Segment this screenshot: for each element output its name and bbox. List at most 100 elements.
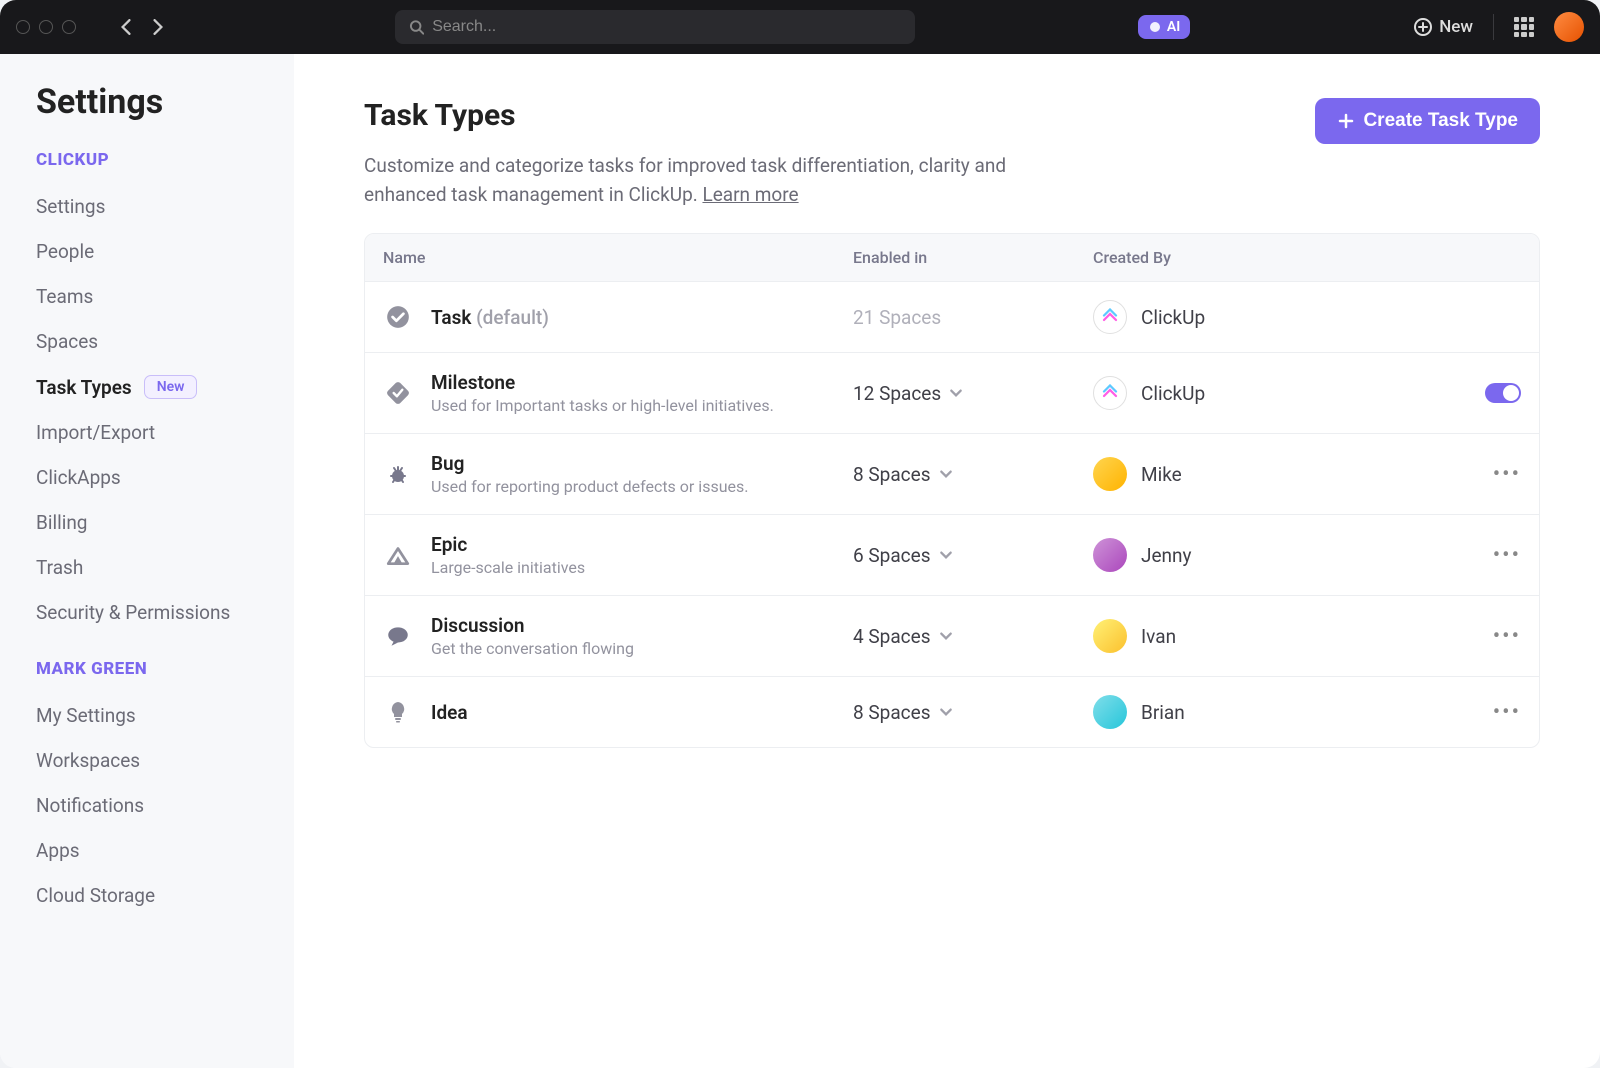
nav-forward-button[interactable]: [144, 13, 172, 41]
creator-cell: ClickUp: [1093, 300, 1333, 334]
creator-cell: Ivan: [1093, 619, 1333, 653]
creator-cell: Mike: [1093, 457, 1333, 491]
type-description: Large-scale initiatives: [431, 558, 585, 577]
table-row: Epic Large-scale initiatives 6 Spaces Jenny…: [365, 514, 1539, 595]
check-circle-icon: [383, 302, 413, 332]
sidebar-item-cloud-storage[interactable]: Cloud Storage: [36, 873, 258, 918]
new-button[interactable]: New: [1413, 17, 1473, 37]
chat-icon: [383, 621, 413, 651]
more-options-button[interactable]: •••: [1493, 462, 1521, 487]
search-bar[interactable]: [395, 10, 915, 44]
enabled-in-dropdown[interactable]: 12 Spaces: [853, 382, 1093, 405]
enabled-in-value: 8 Spaces: [853, 701, 931, 724]
sidebar-item-trash[interactable]: Trash: [36, 545, 258, 590]
enabled-in-dropdown[interactable]: 8 Spaces: [853, 701, 1093, 724]
type-description: Used for Important tasks or high-level i…: [431, 396, 774, 415]
creator-name: Ivan: [1141, 625, 1176, 648]
sidebar-item-billing[interactable]: Billing: [36, 500, 258, 545]
user-avatar[interactable]: [1554, 12, 1584, 42]
sidebar-item-settings[interactable]: Settings: [36, 184, 258, 229]
table-row: MilestoneUsed for Important tasks or hig…: [365, 352, 1539, 433]
type-name: Epic: [431, 533, 585, 556]
task-types-table: Name Enabled in Created By Task (default…: [364, 233, 1540, 748]
creator-avatar: [1093, 695, 1127, 729]
creator-cell: ClickUp: [1093, 376, 1333, 410]
sidebar-item-label: People: [36, 240, 94, 263]
enable-toggle[interactable]: [1485, 383, 1521, 403]
chevron-down-icon: [949, 382, 963, 405]
create-task-type-button[interactable]: Create Task Type: [1315, 98, 1540, 144]
nav-back-button[interactable]: [112, 13, 140, 41]
divider: [1493, 14, 1494, 40]
sidebar-title: Settings: [36, 82, 258, 122]
enabled-in-dropdown[interactable]: 6 Spaces: [853, 544, 1093, 567]
page-description: Customize and categorize tasks for impro…: [364, 152, 1084, 209]
sidebar-item-task-types[interactable]: Task Types New: [36, 364, 258, 410]
sidebar-item-import-export[interactable]: Import/Export: [36, 410, 258, 455]
chevron-down-icon: [939, 701, 953, 724]
mountain-icon: [383, 540, 413, 570]
sidebar-item-label: Teams: [36, 285, 93, 308]
table-row: Idea8 SpacesBrian•••: [365, 676, 1539, 747]
sidebar-item-label: Spaces: [36, 330, 98, 353]
enabled-in-value: 12 Spaces: [853, 382, 941, 405]
sidebar-item-workspaces[interactable]: Workspaces: [36, 738, 258, 783]
sidebar-item-label: Import/Export: [36, 421, 155, 444]
apps-grid-button[interactable]: [1514, 17, 1534, 37]
create-task-type-label: Create Task Type: [1363, 110, 1518, 132]
sidebar-item-label: Cloud Storage: [36, 884, 155, 907]
sidebar-item-label: Apps: [36, 839, 80, 862]
creator-name: Brian: [1141, 701, 1185, 724]
enabled-in-dropdown[interactable]: 4 Spaces: [853, 625, 1093, 648]
learn-more-link[interactable]: Learn more: [702, 183, 798, 206]
close-window-icon[interactable]: [16, 20, 30, 34]
bug-icon: [383, 459, 413, 489]
creator-avatar: [1093, 619, 1127, 653]
more-options-button[interactable]: •••: [1493, 700, 1521, 725]
sidebar-section-user: MARK GREEN: [36, 659, 258, 679]
clickup-logo-icon: [1093, 300, 1127, 334]
column-header-name: Name: [383, 248, 853, 267]
minimize-window-icon[interactable]: [39, 20, 53, 34]
type-description: Get the conversation flowing: [431, 639, 634, 658]
milestone-icon: [383, 378, 413, 408]
creator-name: ClickUp: [1141, 306, 1205, 329]
maximize-window-icon[interactable]: [62, 20, 76, 34]
type-name: Discussion: [431, 614, 634, 637]
sidebar-item-apps[interactable]: Apps: [36, 828, 258, 873]
new-badge: New: [144, 375, 198, 399]
enabled-in-dropdown[interactable]: 8 Spaces: [853, 463, 1093, 486]
creator-name: Jenny: [1141, 544, 1192, 567]
sidebar-item-people[interactable]: People: [36, 229, 258, 274]
sidebar-item-teams[interactable]: Teams: [36, 274, 258, 319]
more-options-button[interactable]: •••: [1493, 624, 1521, 649]
more-options-button[interactable]: •••: [1493, 543, 1521, 568]
ai-button[interactable]: AI: [1138, 15, 1190, 39]
enabled-in-value: 6 Spaces: [853, 544, 931, 567]
ai-sparkle-icon: [1148, 20, 1162, 34]
table-header: Name Enabled in Created By: [365, 234, 1539, 281]
sidebar-item-label: Workspaces: [36, 749, 140, 772]
sidebar-item-label: Settings: [36, 195, 105, 218]
sidebar-item-label: Trash: [36, 556, 83, 579]
sidebar-item-notifications[interactable]: Notifications: [36, 783, 258, 828]
sidebar-item-security-permissions[interactable]: Security & Permissions: [36, 590, 258, 635]
enabled-in-value: 8 Spaces: [853, 463, 931, 486]
creator-cell: Brian: [1093, 695, 1333, 729]
sidebar-item-clickapps[interactable]: ClickApps: [36, 455, 258, 500]
type-name: Bug: [431, 452, 748, 475]
sidebar-item-label: ClickApps: [36, 466, 121, 489]
enabled-in-value: 4 Spaces: [853, 625, 931, 648]
sidebar-item-label: Notifications: [36, 794, 144, 817]
sidebar-item-spaces[interactable]: Spaces: [36, 319, 258, 364]
sidebar-item-label: Task Types: [36, 376, 132, 399]
titlebar: AI New: [0, 0, 1600, 54]
ai-label: AI: [1167, 19, 1180, 35]
creator-name: Mike: [1141, 463, 1182, 486]
type-name: Task (default): [431, 306, 549, 329]
search-icon: [409, 19, 424, 35]
table-row: Discussion Get the conversation flowing 4 …: [365, 595, 1539, 676]
sidebar-item-my-settings[interactable]: My Settings: [36, 693, 258, 738]
search-input[interactable]: [432, 18, 901, 36]
sidebar-item-label: My Settings: [36, 704, 136, 727]
